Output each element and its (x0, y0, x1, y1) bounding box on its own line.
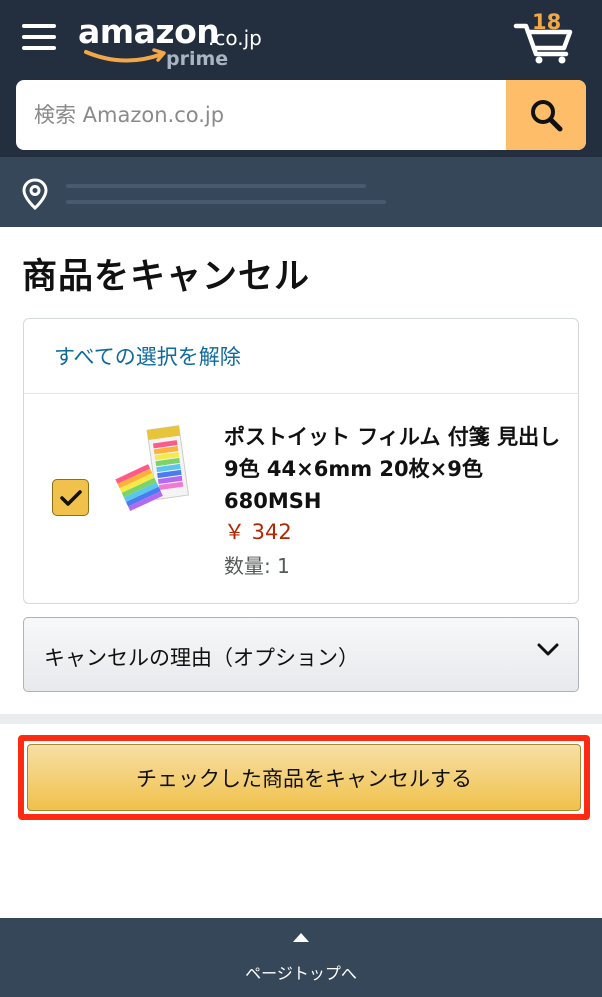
search-bar (16, 80, 586, 150)
back-to-top-footer[interactable]: ページトップへ (0, 918, 602, 997)
page-title: 商品をキャンセル (22, 257, 311, 297)
cancel-reason-label: キャンセルの理由（オプション） (44, 646, 359, 670)
search-button[interactable] (506, 80, 586, 150)
item-checkbox[interactable] (52, 479, 89, 516)
cancel-checked-items-label: チェックした商品をキャンセルする (136, 766, 472, 791)
location-text-redacted (66, 184, 366, 188)
product-title[interactable]: ポストイット フィルム 付箋 見出し 9色 44×6mm 20枚×9色 680M… (224, 421, 564, 517)
caret-up-icon (293, 933, 309, 942)
location-pin-icon (22, 178, 48, 210)
delivery-location-bar[interactable] (0, 157, 602, 227)
cart-button[interactable]: 18 (510, 10, 580, 65)
search-input[interactable] (16, 80, 506, 150)
product-price: ￥ 342 (224, 520, 292, 544)
checkmark-icon (59, 489, 82, 506)
location-text-redacted (66, 200, 386, 204)
product-quantity: 数量: 1 (224, 554, 290, 578)
logo-prime-label: prime (166, 48, 229, 70)
card-divider (24, 393, 578, 394)
search-icon (531, 100, 563, 132)
hamburger-menu-icon[interactable] (22, 22, 56, 52)
chevron-down-icon (537, 643, 559, 656)
product-image[interactable] (112, 419, 212, 519)
order-item-card: すべての選択を解除 ポストイット フィルム 付箋 見出し 9色 44×6mm 2… (23, 318, 579, 604)
logo-smile-icon (84, 48, 166, 63)
section-separator (0, 714, 602, 724)
deselect-all-link[interactable]: すべての選択を解除 (54, 341, 241, 371)
amazon-logo[interactable]: amazon .co.jp prime (78, 12, 278, 70)
logo-wordmark: amazon (78, 12, 220, 51)
logo-domain-suffix: .co.jp (208, 26, 262, 50)
cancel-checked-items-button[interactable]: チェックした商品をキャンセルする (27, 744, 581, 811)
cancel-reason-dropdown[interactable]: キャンセルの理由（オプション） (23, 617, 579, 692)
cart-count-badge: 18 (532, 10, 562, 34)
back-to-top-label: ページトップへ (245, 964, 357, 983)
